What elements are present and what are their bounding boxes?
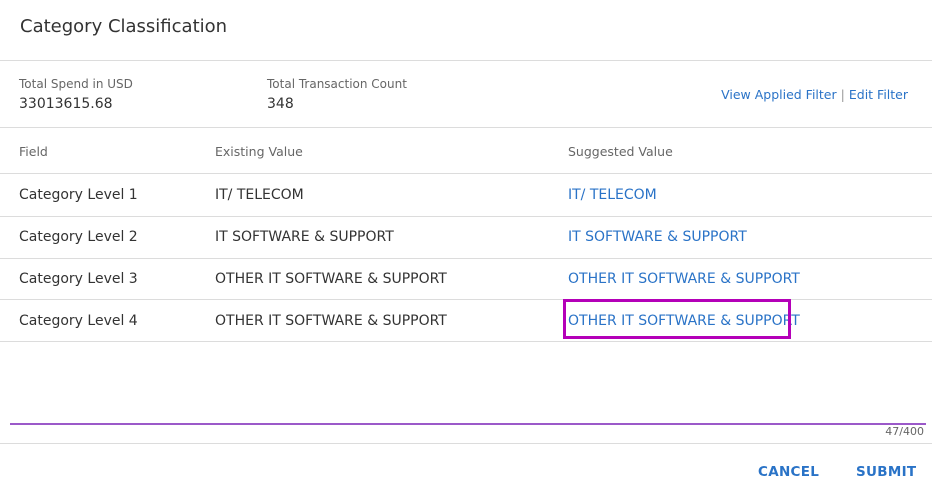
table-row: Category Level 1 IT/ TELECOM IT/ TELECOM (0, 174, 932, 216)
suggested-value-link[interactable]: IT/ TELECOM (568, 187, 657, 203)
suggested-value-link[interactable]: OTHER IT SOFTWARE & SUPPORT (568, 271, 800, 287)
existing-value-cell: OTHER IT SOFTWARE & SUPPORT (215, 271, 447, 287)
total-spend-value: 33013615.68 (19, 96, 113, 112)
field-cell: Category Level 3 (19, 271, 138, 287)
cancel-button[interactable]: CANCEL (758, 464, 819, 480)
character-counter: 47/400 (885, 425, 924, 438)
table-row: Category Level 3 OTHER IT SOFTWARE & SUP… (0, 258, 932, 300)
field-cell: Category Level 2 (19, 229, 138, 245)
existing-value-cell: OTHER IT SOFTWARE & SUPPORT (215, 313, 447, 329)
divider (0, 60, 932, 61)
divider (0, 443, 932, 444)
filter-separator: | (840, 87, 845, 102)
field-cell: Category Level 1 (19, 187, 138, 203)
comment-input[interactable] (10, 345, 926, 425)
table-row: Category Level 2 IT SOFTWARE & SUPPORT I… (0, 216, 932, 258)
existing-value-cell: IT/ TELECOM (215, 187, 304, 203)
category-classification-dialog: Category Classification Total Spend in U… (0, 0, 932, 499)
edit-filter-link[interactable]: Edit Filter (849, 87, 908, 102)
transaction-count-value: 348 (267, 96, 294, 112)
table-row: Category Level 4 OTHER IT SOFTWARE & SUP… (0, 300, 932, 342)
suggested-value-link[interactable]: IT SOFTWARE & SUPPORT (568, 229, 747, 245)
divider (0, 341, 932, 342)
header-suggested-value: Suggested Value (568, 144, 673, 159)
header-existing-value: Existing Value (215, 144, 303, 159)
total-spend-label: Total Spend in USD (19, 77, 133, 91)
divider (0, 127, 932, 128)
transaction-count-label: Total Transaction Count (267, 77, 407, 91)
submit-button[interactable]: SUBMIT (856, 464, 916, 480)
existing-value-cell: IT SOFTWARE & SUPPORT (215, 229, 394, 245)
field-cell: Category Level 4 (19, 313, 138, 329)
dialog-title: Category Classification (20, 16, 228, 37)
suggested-value-link[interactable]: OTHER IT SOFTWARE & SUPPORT (568, 313, 800, 329)
view-applied-filter-link[interactable]: View Applied Filter (721, 87, 837, 102)
filter-links: View Applied Filter | Edit Filter (721, 87, 908, 102)
header-field: Field (19, 144, 48, 159)
